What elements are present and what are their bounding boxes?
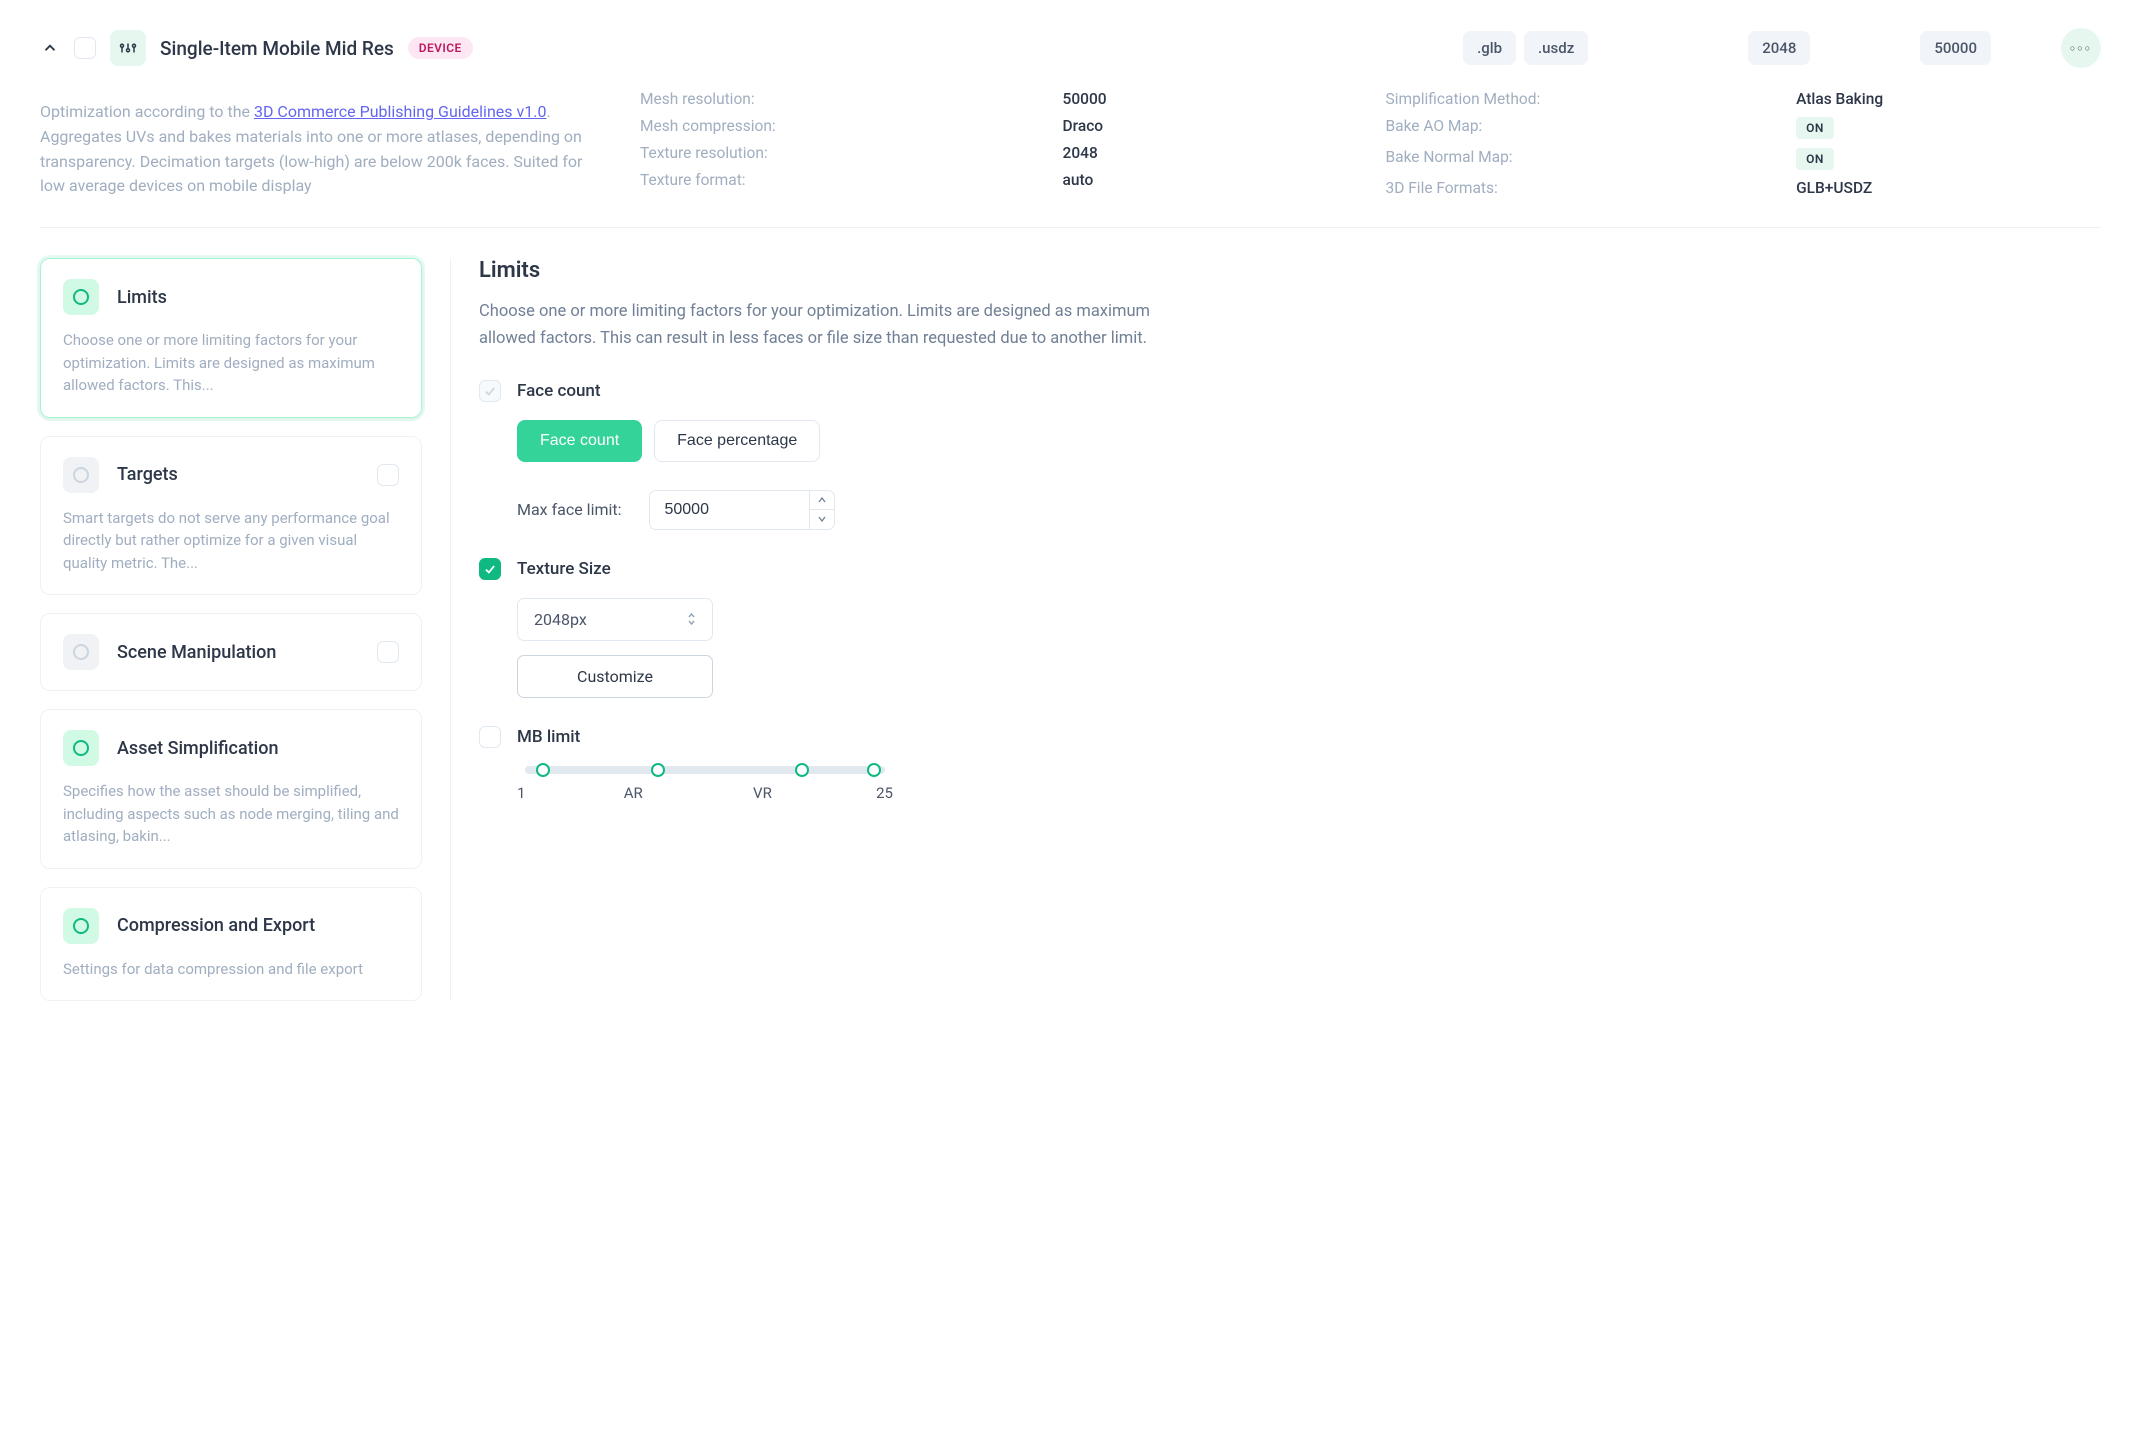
more-menu-button[interactable] [2061,28,2101,68]
format-pill-usdz: .usdz [1524,31,1588,65]
stepper-down-icon[interactable] [810,510,834,529]
mb-limit-checkbox[interactable] [479,726,501,748]
max-face-label: Max face limit: [517,500,621,519]
texture-size-checkbox[interactable] [479,558,501,580]
card-title: Compression and Export [117,915,315,936]
spec-label: Simplification Method: [1386,90,1759,108]
info-row: Optimization according to the 3D Commerc… [40,86,2101,228]
sort-icon [687,612,696,626]
card-checkbox[interactable] [377,464,399,486]
panel-heading: Limits [479,258,2101,283]
spec-label: Texture resolution: [640,144,1025,162]
sidebar-item-asset-simplification[interactable]: Asset Simplification Specifies how the as… [40,709,422,869]
slider-labels: 1 AR VR 25 [517,784,893,802]
sidebar: Limits Choose one or more limiting factor… [40,258,422,1001]
sidebar-item-scene-manipulation[interactable]: Scene Manipulation [40,613,422,691]
face-count-controls: Face count Face percentage Max face limi… [517,420,2101,530]
stepper-up-icon[interactable] [810,491,834,510]
mb-limit-row: MB limit [479,726,2101,748]
spec-label: Bake Normal Map: [1386,148,1759,170]
status-icon [63,457,99,493]
sidebar-item-limits[interactable]: Limits Choose one or more limiting factor… [40,258,422,418]
header: Single-Item Mobile Mid Res DEVICE .glb .… [40,20,2101,86]
format-pill-glb: .glb [1463,31,1516,65]
spec-value: 50000 [1063,90,1356,108]
faces-pill: 50000 [1920,31,1991,65]
face-count-button[interactable]: Face count [517,420,642,462]
collapse-icon[interactable] [40,38,60,58]
spec-value: Draco [1063,117,1356,135]
card-title: Asset Simplification [117,738,278,759]
specs-right: Simplification Method: Atlas Baking Bake A… [1386,86,2102,199]
spec-label: Bake AO Map: [1386,117,1759,139]
card-title: Scene Manipulation [117,642,276,663]
face-count-label: Face count [517,381,601,401]
device-tag: DEVICE [408,37,473,59]
spec-value: GLB+USDZ [1796,179,2101,197]
max-face-input[interactable] [650,491,809,529]
status-icon [63,730,99,766]
spec-value: 2048 [1063,144,1356,162]
spec-value: ON [1796,148,2101,170]
spec-label: Texture format: [640,171,1025,189]
mb-limit-label: MB limit [517,727,580,747]
card-description: Specifies how the asset should be simpli… [63,780,399,848]
card-checkbox[interactable] [377,641,399,663]
spec-value: auto [1063,171,1356,189]
card-title: Targets [117,464,178,485]
spec-value: ON [1796,117,2101,139]
spec-label: 3D File Formats: [1386,179,1759,197]
main-panel: Limits Choose one or more limiting facto… [450,258,2101,1001]
header-right: .glb .usdz 2048 50000 [1463,28,2101,68]
description-text: Optimization according to the 3D Commerc… [40,86,610,199]
settings-icon [110,30,146,66]
texture-size-label: Texture Size [517,559,611,579]
face-percentage-button[interactable]: Face percentage [654,420,820,462]
sidebar-item-compression-and-export[interactable]: Compression and Export Settings for data … [40,887,422,1002]
status-icon [63,634,99,670]
format-pills: .glb .usdz [1463,31,1588,65]
card-description: Settings for data compression and file e… [63,958,399,981]
spec-label: Mesh resolution: [640,90,1025,108]
texture-controls: 2048px Customize [517,598,2101,698]
resolution-pill: 2048 [1748,31,1810,65]
status-icon [63,908,99,944]
spec-label: Mesh compression: [640,117,1025,135]
face-count-row: Face count [479,380,2101,402]
texture-size-row: Texture Size [479,558,2101,580]
face-count-checkbox[interactable] [479,380,501,402]
texture-size-select[interactable]: 2048px [517,598,713,641]
max-face-stepper [649,490,835,530]
header-left: Single-Item Mobile Mid Res DEVICE [40,30,473,66]
guidelines-link[interactable]: 3D Commerce Publishing Guidelines v1.0 [254,102,546,121]
mb-limit-controls: 1 AR VR 25 [517,766,2101,802]
preset-title: Single-Item Mobile Mid Res [160,37,394,60]
panel-description: Choose one or more limiting factors for … [479,299,1199,352]
specs-left: Mesh resolution: 50000 Mesh compression: Dr… [640,86,1356,199]
spec-value: Atlas Baking [1796,90,2101,108]
content: Limits Choose one or more limiting factor… [40,228,2101,1001]
status-icon [63,279,99,315]
card-description: Choose one or more limiting factors for … [63,329,399,397]
sidebar-item-targets[interactable]: Targets Smart targets do not serve any pe… [40,436,422,596]
card-description: Smart targets do not serve any performan… [63,507,399,575]
customize-button[interactable]: Customize [517,655,713,698]
card-title: Limits [117,287,167,308]
select-checkbox[interactable] [74,37,96,59]
mb-limit-slider[interactable] [525,766,885,774]
